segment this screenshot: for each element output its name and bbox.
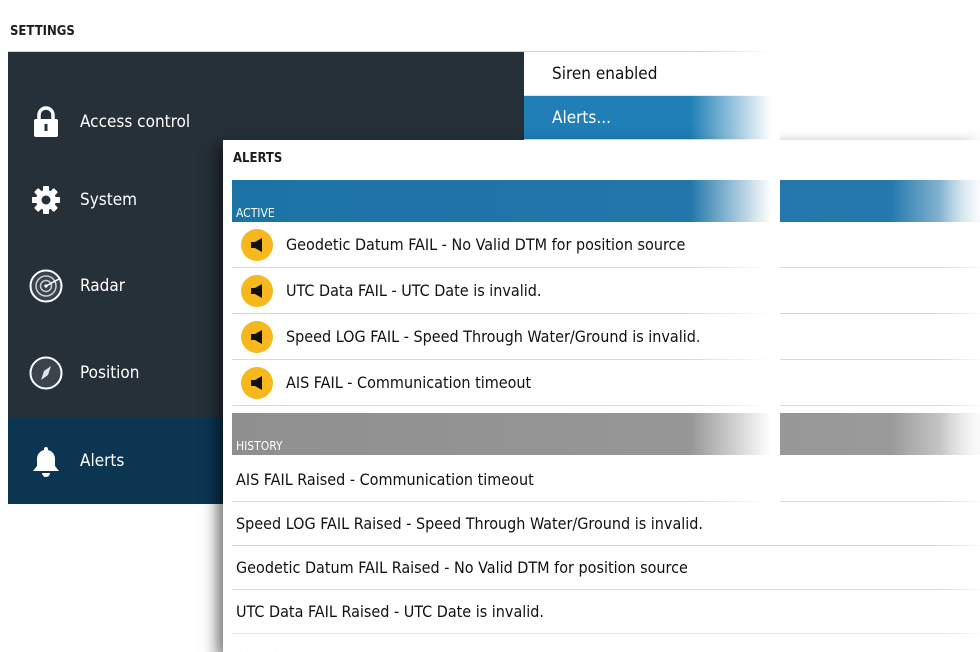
- alerts-dialog: ALERTS ACTIVE Geodetic Datum FAIL - No V…: [223, 140, 980, 652]
- history-section-header: HISTORY: [232, 413, 980, 455]
- alert-text: Speed LOG FAIL - Speed Through Water/Gro…: [286, 327, 701, 346]
- history-alert-row[interactable]: Speed LOG FAIL Raised - Speed Through Wa…: [232, 502, 980, 546]
- active-alert-row[interactable]: Speed LOG FAIL - Speed Through Water/Gro…: [232, 314, 980, 360]
- settings-title: SETTINGS: [8, 12, 780, 52]
- alerts-menu-option[interactable]: Alerts...: [524, 96, 780, 140]
- sidebar-item-label: Access control: [80, 112, 191, 132]
- history-alert-row[interactable]: Geodetic Datum FAIL Raised - No Valid DT…: [232, 546, 980, 590]
- alert-text: Geodetic Datum FAIL - No Valid DTM for p…: [286, 235, 686, 254]
- radar-icon: [26, 266, 66, 306]
- compass-icon: [26, 353, 66, 393]
- alert-text: AIS FAIL - Communication timeout: [286, 373, 532, 392]
- sidebar-item-label: Radar: [80, 276, 125, 296]
- alarm-speaker-icon: [241, 320, 273, 353]
- alerts-title: ALERTS: [233, 151, 283, 166]
- history-alert-row[interactable]: AIS FAIL Raised - Communication timeout: [232, 634, 980, 652]
- history-alert-row[interactable]: UTC Data FAIL Raised - UTC Date is inval…: [232, 590, 980, 634]
- alert-text: UTC Data FAIL - UTC Date is invalid.: [286, 281, 542, 300]
- active-alert-row[interactable]: UTC Data FAIL - UTC Date is invalid.: [232, 268, 980, 314]
- sidebar-item-label: System: [80, 190, 138, 210]
- active-section-label: ACTIVE: [236, 206, 275, 220]
- alarm-speaker-icon: [241, 366, 273, 399]
- history-section-label: HISTORY: [236, 439, 283, 453]
- history-alert-row[interactable]: AIS FAIL Raised - Communication timeout: [232, 458, 980, 502]
- active-section-header: ACTIVE: [232, 180, 980, 222]
- alarm-speaker-icon: [241, 274, 273, 307]
- active-alert-row[interactable]: AIS FAIL - Communication timeout: [232, 360, 980, 406]
- sidebar-item-label: Alerts: [80, 451, 125, 471]
- alarm-speaker-icon: [241, 228, 273, 261]
- bell-icon: [26, 441, 66, 481]
- siren-enabled-option[interactable]: Siren enabled: [524, 52, 780, 96]
- active-alert-row[interactable]: Geodetic Datum FAIL - No Valid DTM for p…: [232, 222, 980, 268]
- gear-icon: [26, 180, 66, 220]
- sidebar-item-label: Position: [80, 363, 140, 383]
- lock-icon: [26, 102, 66, 142]
